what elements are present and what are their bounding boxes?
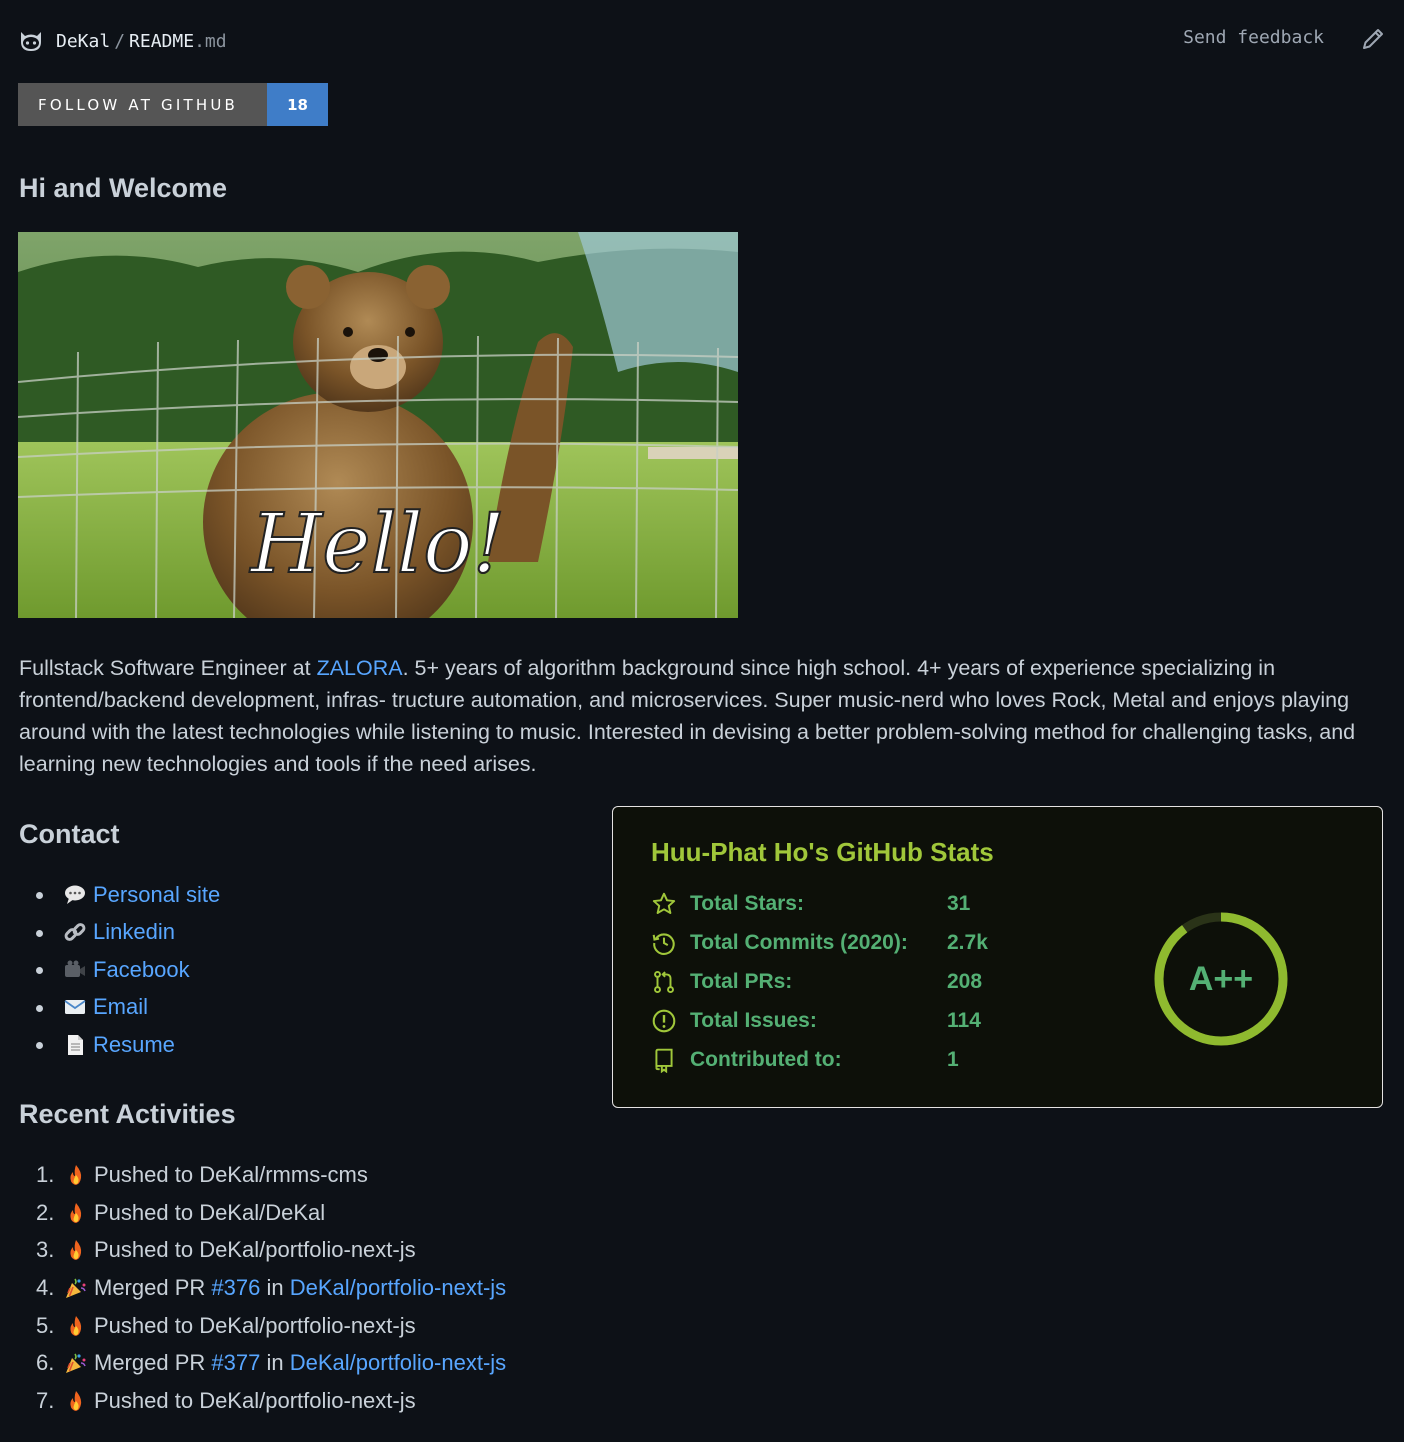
resume-link[interactable]: Resume [93, 1032, 175, 1058]
video-camera-icon [65, 960, 85, 977]
stat-row-stars: Total Stars: 31 [651, 889, 1027, 919]
contact-item-email: Email [34, 989, 220, 1027]
pull-request-link[interactable]: #376 [211, 1275, 260, 1301]
file-name: README [129, 30, 195, 52]
repo-icon [655, 1048, 673, 1073]
stat-label: Total PRs: [690, 970, 793, 993]
activity-text: Pushed to DeKal/portfolio-next-js [94, 1387, 416, 1413]
contact-item-linkedin: Linkedin [34, 914, 220, 952]
activity-prefix: Merged PR [94, 1274, 206, 1300]
send-feedback-link[interactable]: Send feedback [1183, 27, 1324, 48]
repo-owner-link[interactable]: DeKal [56, 31, 110, 52]
rank-text: A++ [1189, 960, 1253, 998]
stat-value: 114 [947, 1009, 981, 1032]
fire-icon [70, 1202, 82, 1223]
activity-number: 5. [36, 1312, 55, 1338]
contact-heading: Contact [19, 819, 120, 849]
welcome-heading: Hi and Welcome [19, 173, 228, 203]
stat-row-commits: Total Commits (2020): 2.7k [651, 928, 1027, 958]
personal-site-link[interactable]: Personal site [93, 882, 220, 908]
star-icon [652, 892, 676, 914]
breadcrumb: DeKal / README.md [56, 31, 227, 52]
activity-text: Pushed to DeKal/DeKal [94, 1199, 326, 1225]
fire-icon [70, 1390, 82, 1411]
contact-item-personal-site: Personal site [34, 876, 220, 914]
activity-number: 6. [36, 1350, 55, 1376]
activity-text: Pushed to DeKal/portfolio-next-js [94, 1237, 416, 1263]
activity-number: 3. [36, 1237, 55, 1263]
activity-number: 1. [36, 1161, 55, 1187]
hero-caption: Hello! [249, 497, 506, 592]
activity-number: 4. [36, 1274, 55, 1300]
fire-icon [70, 1315, 82, 1336]
stat-label: Total Commits (2020): [690, 931, 908, 954]
speech-bubble-icon [65, 885, 85, 904]
fire-icon [70, 1164, 82, 1185]
activity-text: Pushed to DeKal/portfolio-next-js [94, 1312, 416, 1338]
contact-list: Personal site Linkedin Facebook Email Re… [34, 876, 220, 1064]
pull-request-icon [654, 970, 674, 994]
activity-item: 1. Pushed to DeKal/rmms-cms [36, 1156, 506, 1194]
facebook-link[interactable]: Facebook [93, 957, 190, 983]
email-icon [64, 1000, 86, 1015]
file-extension: .md [194, 30, 227, 52]
stat-value: 31 [947, 892, 971, 915]
stats-title: Huu-Phat Ho's GitHub Stats [651, 837, 994, 867]
party-popper-icon [66, 1353, 86, 1374]
activity-item: 2. Pushed to DeKal/DeKal [36, 1194, 506, 1232]
repo-link[interactable]: DeKal/portfolio-next-js [290, 1350, 506, 1376]
activity-item: 6. Merged PR #377 in DeKal/portfolio-nex… [36, 1344, 506, 1382]
linkedin-link[interactable]: Linkedin [93, 919, 175, 945]
activity-number: 2. [36, 1199, 55, 1225]
history-icon [652, 933, 675, 955]
activity-item: 5. Pushed to DeKal/portfolio-next-js [36, 1307, 506, 1345]
activity-connector: in [266, 1274, 284, 1300]
activity-list: 1. Pushed to DeKal/rmms-cms 2. Pushed to… [36, 1156, 506, 1420]
party-popper-icon [66, 1278, 86, 1298]
contact-item-resume: Resume [34, 1026, 220, 1064]
zalora-link[interactable]: ZALORA [317, 656, 403, 680]
breadcrumb-separator: / [114, 30, 126, 52]
link-icon [64, 923, 86, 942]
activity-prefix: Merged PR [94, 1350, 206, 1376]
repo-link[interactable]: DeKal/portfolio-next-js [290, 1275, 506, 1301]
rank-circle: A++ [1154, 912, 1288, 1046]
activity-item: 3. Pushed to DeKal/portfolio-next-js [36, 1231, 506, 1269]
intro-text-start: Fullstack Software Engineer at [19, 656, 317, 680]
github-stats-card: Huu-Phat Ho's GitHub Stats Total Stars: … [612, 806, 1383, 1108]
stat-label: Contributed to: [690, 1048, 842, 1071]
activity-connector: in [266, 1350, 284, 1376]
stat-value: 208 [947, 970, 983, 993]
email-link[interactable]: Email [93, 994, 148, 1020]
activity-number: 7. [36, 1387, 55, 1413]
activity-text: Pushed to DeKal/rmms-cms [94, 1161, 368, 1187]
pencil-icon[interactable] [1360, 26, 1386, 52]
stat-label: Total Stars: [690, 892, 804, 915]
stat-row-issues: Total Issues: 114 [651, 1006, 1027, 1036]
contact-item-facebook: Facebook [34, 951, 220, 989]
stat-value: 2.7k [947, 931, 988, 954]
activity-item: 7. Pushed to DeKal/portfolio-next-js [36, 1382, 506, 1420]
fire-icon [70, 1240, 82, 1261]
octocat-icon[interactable] [18, 28, 44, 54]
file-header: DeKal / README.md Send feedback [18, 26, 1386, 56]
recent-activities-heading: Recent Activities [19, 1099, 236, 1129]
badge-count: 18 [267, 83, 328, 126]
stat-row-prs: Total PRs: 208 [651, 967, 1027, 997]
stat-label: Total Issues: [690, 1009, 817, 1032]
intro-paragraph: Fullstack Software Engineer at ZALORA. 5… [19, 652, 1379, 780]
stat-value: 1 [947, 1048, 959, 1071]
hello-bear-image: Hello! [18, 232, 738, 618]
activity-item: 4. Merged PR #376 in DeKal/portfolio-nex… [36, 1269, 506, 1307]
badge-label: FOLLOW AT GITHUB [18, 83, 267, 126]
stat-row-contributed: Contributed to: 1 [651, 1045, 1027, 1075]
issue-icon [652, 1009, 676, 1033]
follow-github-badge[interactable]: FOLLOW AT GITHUB 18 [18, 83, 328, 126]
pull-request-link[interactable]: #377 [211, 1350, 260, 1376]
document-icon [68, 1034, 83, 1055]
